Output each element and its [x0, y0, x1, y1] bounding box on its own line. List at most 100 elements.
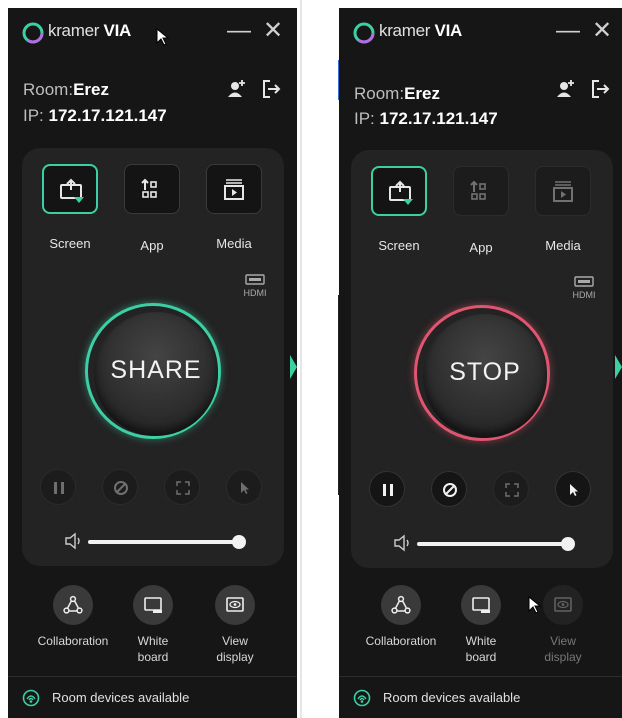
via-panel-share: kramer VIA — ✕ Room:Erez IP: 172.17.121.… — [8, 8, 297, 718]
pause-icon — [383, 484, 393, 496]
media-icon — [224, 179, 244, 200]
fullscreen-button[interactable] — [164, 469, 200, 505]
mouse-cursor-icon — [528, 596, 542, 614]
source-app-label: App — [469, 240, 493, 255]
volume-slider-knob[interactable] — [561, 537, 575, 551]
close-button[interactable]: ✕ — [260, 18, 286, 44]
close-button[interactable]: ✕ — [589, 18, 615, 44]
add-user-icon[interactable] — [226, 78, 248, 100]
room-devices-icon — [22, 689, 40, 707]
source-media-button[interactable] — [206, 164, 262, 214]
exit-icon[interactable] — [589, 78, 611, 100]
room-devices-status: Room devices available — [52, 690, 190, 705]
collaboration-icon — [391, 595, 411, 614]
stop-button-ring: STOP — [414, 305, 550, 441]
view-display-icon — [226, 597, 244, 612]
source-screen-label: Screen — [378, 238, 420, 253]
pause-icon — [54, 482, 64, 494]
room-devices-status: Room devices available — [383, 690, 521, 705]
source-screen-label: Screen — [49, 236, 91, 251]
expand-arrow-icon[interactable] — [290, 355, 297, 379]
share-button-label: SHARE — [110, 356, 202, 384]
collaboration-icon — [63, 595, 83, 614]
hdmi-indicator: HDMI — [240, 274, 270, 298]
whiteboard-button[interactable] — [461, 585, 501, 625]
screen-share-icon — [389, 180, 413, 205]
pause-button[interactable] — [369, 471, 405, 507]
minimize-button[interactable]: — — [226, 18, 252, 44]
share-card: Screen App Media HDMI STOP — [351, 150, 613, 568]
app-brand: kramer VIA — [48, 21, 131, 40]
volume-slider-track[interactable] — [88, 540, 238, 544]
stop-button[interactable]: STOP — [423, 314, 547, 438]
view-display-icon — [554, 597, 572, 612]
source-media-button[interactable] — [535, 166, 591, 216]
volume-icon[interactable] — [64, 532, 84, 550]
source-app-button[interactable] — [453, 166, 509, 216]
view-display-label: View display — [544, 634, 582, 664]
share-button[interactable]: SHARE — [94, 312, 218, 436]
block-icon — [443, 483, 457, 497]
title-bar[interactable]: kramer VIA — ✕ — [8, 8, 297, 54]
volume-slider-track[interactable] — [417, 542, 567, 546]
source-screen-button[interactable] — [42, 164, 98, 214]
source-app-button[interactable] — [124, 164, 180, 214]
share-button-ring: SHARE — [85, 303, 221, 439]
block-button[interactable] — [431, 471, 467, 507]
block-button[interactable] — [102, 469, 138, 505]
block-icon — [114, 481, 128, 495]
background-divider — [300, 0, 302, 718]
collaboration-button[interactable] — [53, 585, 93, 625]
source-app-label: App — [140, 238, 164, 253]
ip-info: IP: 172.17.121.147 — [354, 109, 498, 128]
app-grid-icon — [470, 180, 486, 200]
whiteboard-label: White board — [465, 634, 497, 664]
whiteboard-label: White board — [137, 634, 169, 664]
media-icon — [553, 181, 573, 202]
whiteboard-icon — [472, 597, 490, 613]
minimize-button[interactable]: — — [555, 18, 581, 44]
collaboration-button[interactable] — [381, 585, 421, 625]
whiteboard-icon — [144, 597, 162, 613]
app-grid-icon — [141, 178, 157, 198]
exit-icon[interactable] — [260, 78, 282, 100]
view-display-label: View display — [216, 634, 254, 664]
view-display-button[interactable] — [215, 585, 255, 625]
app-brand: kramer VIA — [379, 21, 462, 40]
stop-button-label: STOP — [449, 358, 521, 386]
volume-icon[interactable] — [393, 534, 413, 552]
ip-info: IP: 172.17.121.147 — [23, 106, 167, 125]
via-panel-stop: kramer VIA — ✕ Room:Erez IP: 172.17.121.… — [339, 8, 622, 718]
collaboration-label: Collaboration — [37, 634, 109, 648]
view-display-button[interactable] — [543, 585, 583, 625]
hdmi-icon — [245, 274, 265, 285]
title-bar[interactable]: kramer VIA — ✕ — [339, 8, 622, 54]
add-user-icon[interactable] — [555, 78, 577, 100]
kramer-logo-icon — [353, 22, 375, 44]
source-media-label: Media — [216, 236, 252, 251]
pointer-icon — [570, 484, 578, 496]
pointer-button[interactable] — [226, 469, 262, 505]
hdmi-icon — [574, 276, 594, 287]
mouse-cursor-icon — [156, 28, 170, 46]
room-info: Room:Erez — [354, 84, 440, 103]
room-devices-icon — [353, 689, 371, 707]
source-media-label: Media — [545, 238, 581, 253]
fullscreen-button[interactable] — [493, 471, 529, 507]
source-screen-button[interactable] — [371, 166, 427, 216]
volume-slider-knob[interactable] — [232, 535, 246, 549]
status-footer: Room devices available — [8, 676, 297, 718]
status-footer: Room devices available — [339, 676, 622, 718]
whiteboard-button[interactable] — [133, 585, 173, 625]
room-info: Room:Erez — [23, 80, 109, 99]
pause-button[interactable] — [40, 469, 76, 505]
hdmi-indicator: HDMI — [569, 276, 599, 300]
share-card: Screen App Media HDMI SHARE — [22, 148, 284, 566]
screen-share-icon — [60, 178, 84, 203]
expand-arrow-icon[interactable] — [615, 355, 622, 379]
pointer-icon — [241, 482, 249, 494]
kramer-logo-icon — [22, 22, 44, 44]
fullscreen-icon — [176, 481, 190, 495]
pointer-button[interactable] — [555, 471, 591, 507]
fullscreen-icon — [505, 483, 519, 497]
